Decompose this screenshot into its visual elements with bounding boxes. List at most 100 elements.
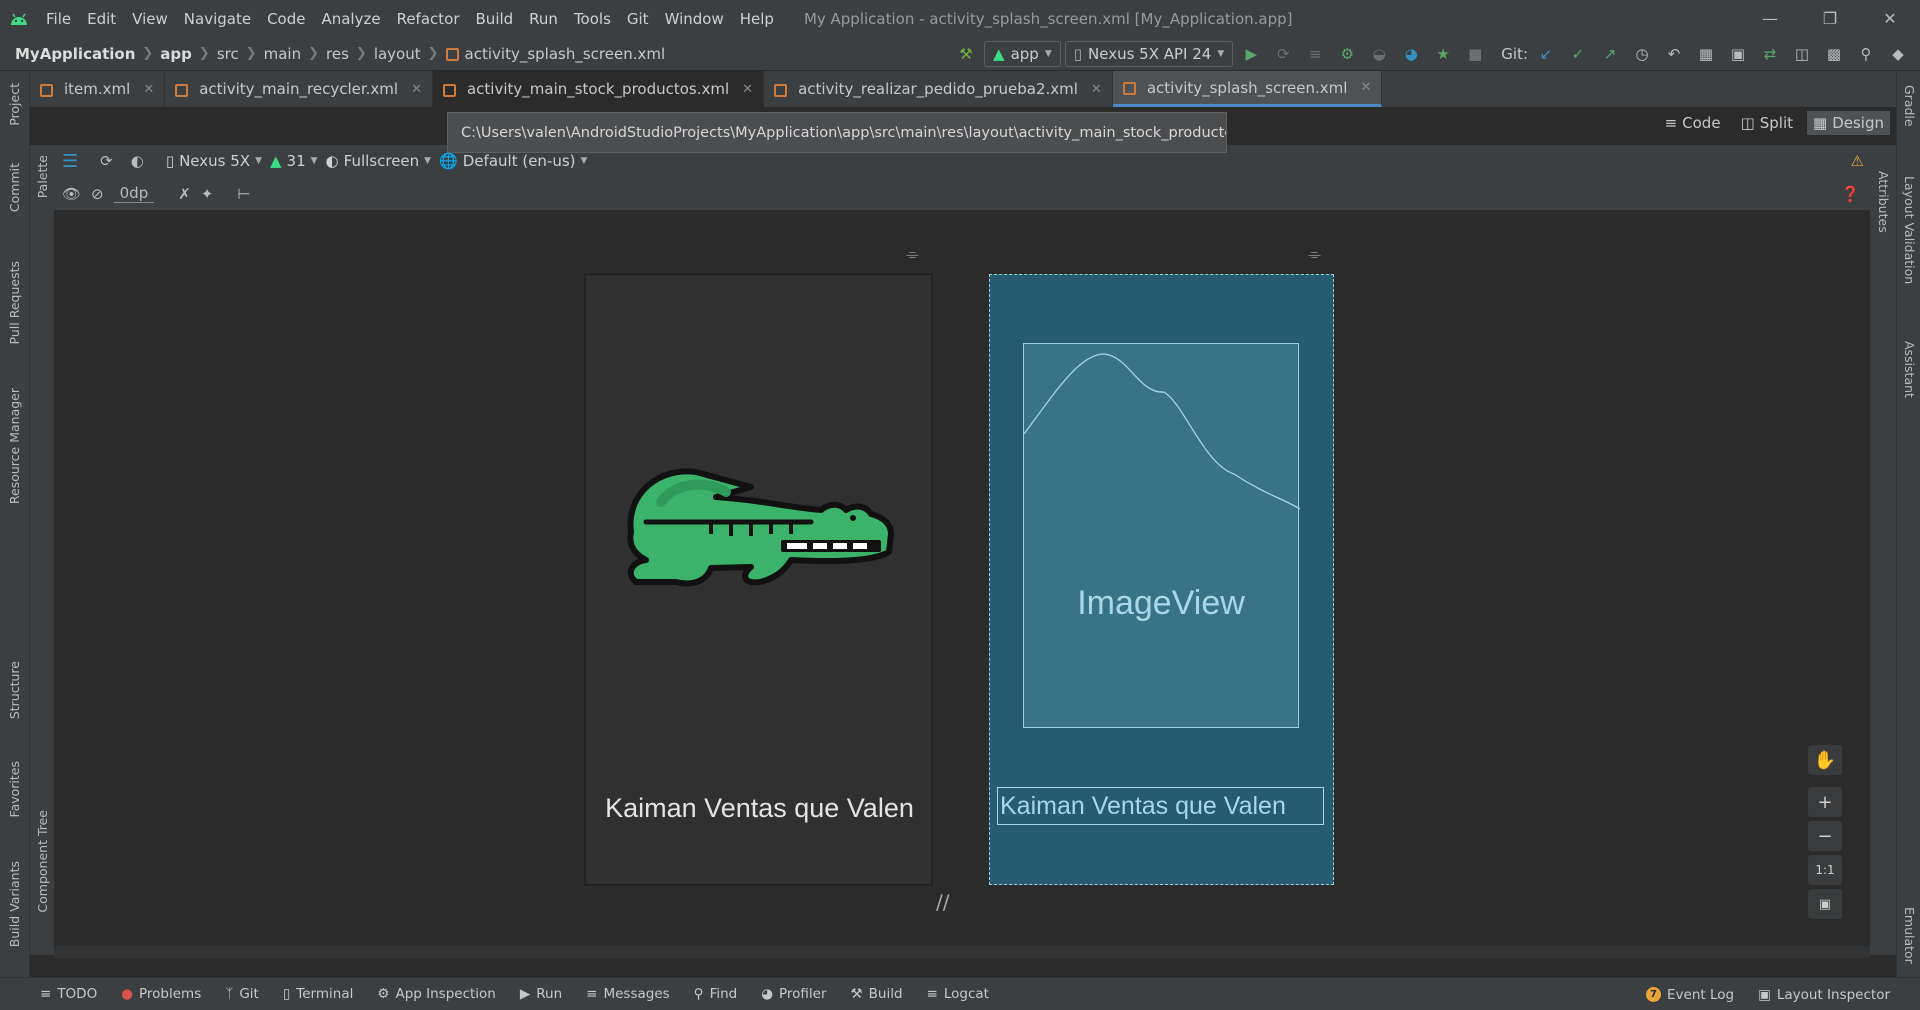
device-dropdown[interactable]: ▯ Nexus 5X ▼	[166, 152, 262, 170]
git-commit-icon[interactable]: ✓	[1564, 40, 1592, 68]
tool-palette[interactable]: Palette	[35, 155, 50, 198]
tool-resource-manager[interactable]: Resource Manager	[7, 388, 22, 504]
find-tool[interactable]: ⚲ Find	[682, 986, 750, 1002]
breadcrumb-src[interactable]: src	[217, 45, 239, 63]
close-icon[interactable]: ✕	[1091, 82, 1102, 97]
menu-file[interactable]: File	[38, 10, 79, 28]
tool-assistant[interactable]: Assistant	[1902, 341, 1917, 398]
sdk-manager-icon[interactable]: ▩	[1820, 40, 1848, 68]
mode-dropdown[interactable]: ◐ Fullscreen ▼	[326, 152, 432, 170]
menu-run[interactable]: Run	[521, 10, 566, 28]
tool-attributes[interactable]: Attributes	[1876, 171, 1891, 233]
breadcrumb-res[interactable]: res	[326, 45, 349, 63]
zoom-one-to-one-button[interactable]: 1:1	[1808, 855, 1842, 885]
todo-tool[interactable]: ≡ TODO	[28, 986, 109, 1002]
run-config-select[interactable]: ▲ app ▼	[984, 41, 1061, 67]
close-window-icon[interactable]: ✕	[1860, 0, 1920, 37]
night-mode-icon[interactable]: ◐	[131, 152, 144, 170]
close-icon[interactable]: ✕	[143, 82, 154, 97]
tool-gradle[interactable]: Gradle	[1902, 85, 1917, 127]
problems-tool[interactable]: ● Problems	[109, 986, 213, 1002]
sync-gradle-icon[interactable]: ⇄	[1756, 40, 1784, 68]
event-log-tool[interactable]: 7 Event Log	[1634, 987, 1746, 1003]
default-margin-field[interactable]: 0dp	[113, 184, 155, 203]
pan-hand-icon[interactable]: ✋	[1808, 745, 1842, 775]
menu-view[interactable]: View	[124, 10, 176, 28]
locale-dropdown[interactable]: 🌐 Default (en-us) ▼	[439, 152, 587, 170]
tool-emulator[interactable]: Emulator	[1902, 907, 1917, 964]
menu-build[interactable]: Build	[468, 10, 522, 28]
layers-icon[interactable]: ☰	[62, 151, 78, 172]
git-update-icon[interactable]: ↙	[1532, 40, 1560, 68]
coverage-icon[interactable]: ◒	[1365, 40, 1393, 68]
resize-handle-icon[interactable]: ∕∕	[936, 890, 949, 914]
breadcrumb-module[interactable]: app	[160, 45, 192, 63]
imageview-placeholder[interactable]: ImageView	[1023, 343, 1300, 728]
breadcrumb-file[interactable]: activity_splash_screen.xml	[465, 45, 666, 63]
design-mode-button[interactable]: ▦ Design	[1807, 111, 1890, 135]
breadcrumb-project[interactable]: MyApplication	[15, 45, 135, 63]
tab-activity-realizar-pedido[interactable]: activity_realizar_pedido_prueba2.xml ✕	[764, 71, 1113, 107]
tool-build-variants[interactable]: Build Variants	[7, 861, 22, 947]
design-canvas[interactable]	[54, 211, 1870, 946]
menu-window[interactable]: Window	[657, 10, 732, 28]
tool-project[interactable]: Project	[7, 83, 22, 126]
breadcrumb-main[interactable]: main	[264, 45, 301, 63]
orientation-icon[interactable]: ⟳	[100, 152, 113, 170]
git-tool[interactable]: ᛉ Git	[213, 986, 271, 1002]
clear-constraints-icon[interactable]: ✗	[178, 185, 191, 203]
tab-item-xml[interactable]: item.xml ✕	[30, 71, 166, 107]
tool-structure[interactable]: Structure	[7, 661, 22, 719]
tool-layout-validation[interactable]: Layout Validation	[1902, 176, 1917, 284]
device-file-icon[interactable]: ▣	[1724, 40, 1752, 68]
run-tool[interactable]: ▶ Run	[508, 986, 574, 1002]
breadcrumb-layout[interactable]: layout	[374, 45, 421, 63]
debug-icon[interactable]: ⚙	[1333, 40, 1361, 68]
tab-activity-main-stock-productos[interactable]: activity_main_stock_productos.xml ✕	[432, 71, 765, 107]
rerun-icon[interactable]: ⟳	[1269, 40, 1297, 68]
rollback-icon[interactable]: ↶	[1660, 40, 1688, 68]
tab-activity-splash-screen[interactable]: activity_splash_screen.xml ✕	[1112, 71, 1383, 107]
run-icon[interactable]: ▶	[1237, 40, 1265, 68]
apply-changes-icon[interactable]: ≡	[1301, 40, 1329, 68]
code-mode-button[interactable]: ≡ Code	[1659, 111, 1727, 135]
eye-icon[interactable]: 👁	[62, 185, 81, 203]
menu-edit[interactable]: Edit	[79, 10, 124, 28]
restore-icon[interactable]: ❐	[1800, 0, 1860, 37]
pin-icon[interactable]: ⌯	[1308, 244, 1321, 264]
build-tool[interactable]: ⚒ Build	[839, 986, 915, 1002]
design-preview[interactable]: Kaiman Ventas que Valen	[585, 274, 932, 885]
blueprint-preview[interactable]: ImageView Kaiman Ventas que Valen	[989, 274, 1334, 885]
close-icon[interactable]: ✕	[742, 82, 753, 97]
profiler-tool[interactable]: ◕ Profiler	[749, 986, 838, 1002]
logcat-tool[interactable]: ≡ Logcat	[915, 986, 1001, 1002]
history-icon[interactable]: ◷	[1628, 40, 1656, 68]
zoom-to-fit-icon[interactable]: ▣	[1808, 889, 1842, 919]
infer-constraints-icon[interactable]: ✦	[201, 185, 214, 203]
settings-icon[interactable]: ◆	[1884, 40, 1912, 68]
split-mode-button[interactable]: ◫ Split	[1735, 111, 1799, 135]
tool-favorites[interactable]: Favorites	[7, 761, 22, 817]
stop-icon[interactable]: ■	[1461, 40, 1489, 68]
menu-help[interactable]: Help	[732, 10, 782, 28]
tool-pull-requests[interactable]: Pull Requests	[7, 261, 22, 344]
menu-navigate[interactable]: Navigate	[176, 10, 259, 28]
menu-analyze[interactable]: Analyze	[313, 10, 388, 28]
textview-placeholder[interactable]: Kaiman Ventas que Valen	[997, 787, 1324, 825]
menu-code[interactable]: Code	[259, 10, 313, 28]
zoom-out-button[interactable]: −	[1808, 821, 1842, 851]
guidelines-icon[interactable]: ⊢	[237, 185, 250, 203]
zoom-in-button[interactable]: +	[1808, 787, 1842, 817]
layout-inspector-tool[interactable]: ▣ Layout Inspector	[1746, 987, 1902, 1003]
app-inspection-tool[interactable]: ⚙ App Inspection	[365, 986, 508, 1002]
device-manager-icon[interactable]: ◫	[1788, 40, 1816, 68]
api-dropdown[interactable]: ▲ 31 ▼	[270, 152, 318, 170]
terminal-tool[interactable]: ▯ Terminal	[271, 986, 366, 1002]
attach-debugger-icon[interactable]: ★	[1429, 40, 1457, 68]
project-structure-icon[interactable]: ▦	[1692, 40, 1720, 68]
menu-git[interactable]: Git	[619, 10, 657, 28]
tool-component-tree[interactable]: Component Tree	[35, 810, 50, 913]
horizontal-scrollbar[interactable]	[54, 946, 1870, 958]
git-push-icon[interactable]: ↗	[1596, 40, 1624, 68]
pin-icon[interactable]: ⌯	[906, 244, 919, 264]
